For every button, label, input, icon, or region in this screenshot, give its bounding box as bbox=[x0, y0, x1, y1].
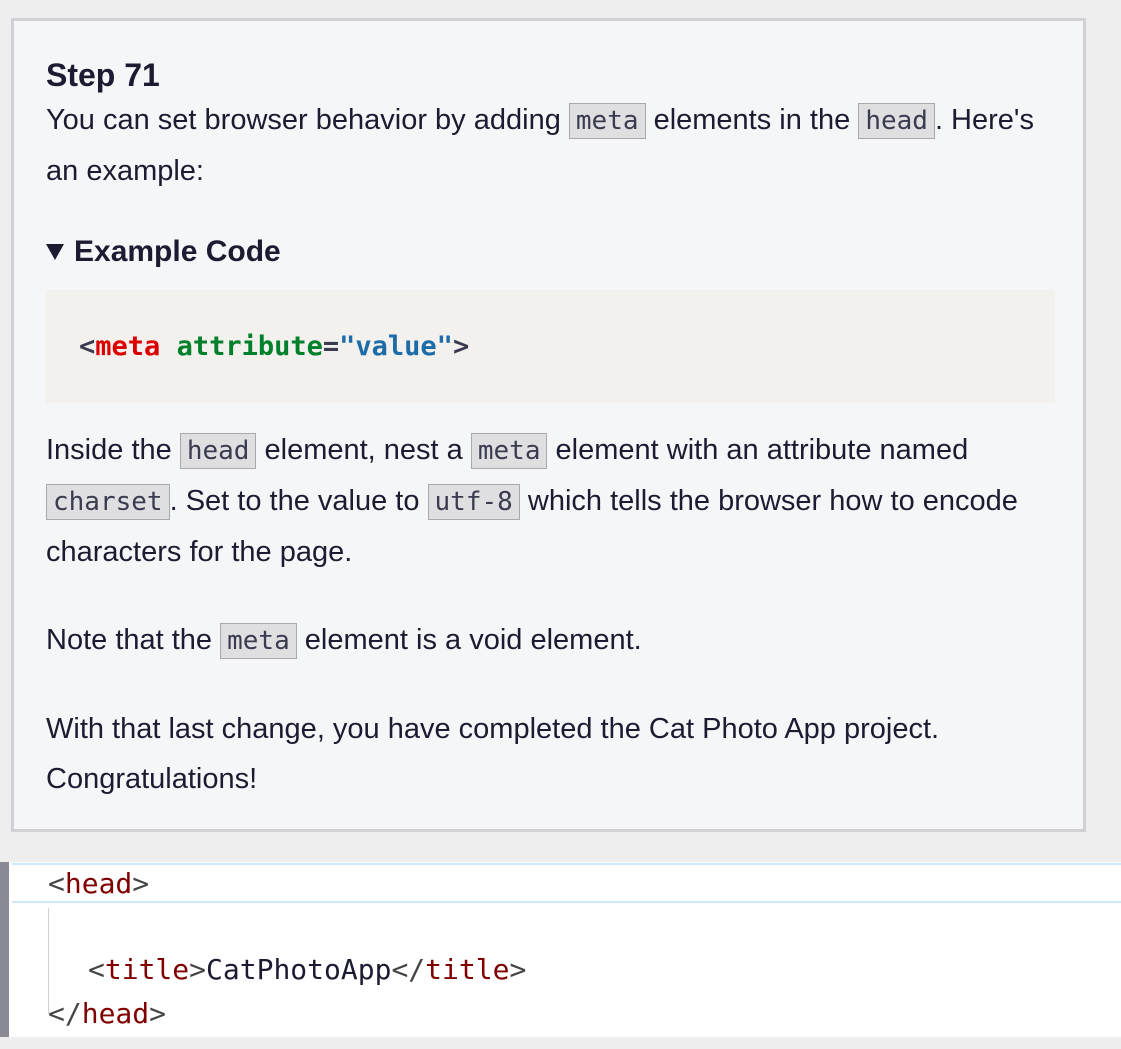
inline-code-meta: meta bbox=[568, 103, 646, 139]
instructions-panel: Step 71 You can set browser behavior by … bbox=[11, 18, 1086, 832]
instruction-text: . Set to the value to bbox=[169, 485, 428, 517]
instruction-text: element, nest a bbox=[256, 434, 471, 466]
code-token: > bbox=[189, 953, 207, 986]
inline-code-head: head bbox=[179, 433, 257, 469]
current-line-highlight bbox=[12, 863, 1121, 903]
intro-paragraph: You can set browser behavior by adding m… bbox=[46, 95, 1051, 196]
step-title: Step 71 bbox=[46, 57, 160, 93]
note-text: element is a void element. bbox=[296, 624, 642, 656]
code-token: </ bbox=[48, 997, 82, 1030]
code-token: > bbox=[452, 331, 470, 362]
code-token-tag: head bbox=[64, 867, 133, 900]
instruction-text: element with an attribute named bbox=[547, 434, 969, 466]
closing-paragraph: With that last change, you have complete… bbox=[46, 713, 940, 795]
intro-text: elements in the bbox=[645, 104, 859, 136]
code-token-tag: title bbox=[104, 953, 190, 986]
editor-line-1[interactable]: <head> bbox=[48, 864, 149, 904]
editor-line-4[interactable]: </head> bbox=[48, 994, 166, 1034]
editor-gutter-bar bbox=[0, 862, 9, 1037]
intro-text: You can set browser behavior by adding bbox=[46, 104, 569, 136]
code-token-tag: title bbox=[425, 953, 510, 986]
editor-line-3[interactable]: <title>CatPhotoApp</title> bbox=[88, 950, 526, 990]
code-token: < bbox=[48, 867, 65, 900]
code-token: > bbox=[132, 867, 150, 900]
instruction-paragraph: Inside the head element, nest a meta ele… bbox=[46, 425, 1051, 577]
code-token: > bbox=[509, 953, 527, 986]
example-code-toggle[interactable]: Example Code bbox=[46, 232, 1051, 272]
code-token-tag: meta bbox=[95, 331, 161, 362]
code-token: < bbox=[88, 953, 105, 986]
note-paragraph: Note that the meta element is a void ele… bbox=[46, 615, 1051, 666]
code-token-tag: head bbox=[81, 997, 150, 1030]
inline-code-meta: meta bbox=[470, 433, 548, 469]
code-token: > bbox=[149, 997, 167, 1030]
code-token: < bbox=[79, 331, 96, 362]
inline-code-charset: charset bbox=[46, 484, 170, 520]
example-code-label: Example Code bbox=[74, 235, 281, 268]
code-editor[interactable]: <head> <title>CatPhotoApp</title> </head… bbox=[0, 862, 1121, 1037]
triangle-down-icon bbox=[46, 244, 64, 260]
instruction-text: Inside the bbox=[46, 434, 180, 466]
code-token: </ bbox=[391, 953, 426, 986]
code-token-text: CatPhotoApp bbox=[206, 953, 392, 986]
note-text: Note that the bbox=[46, 624, 221, 656]
code-token-string: "value" bbox=[339, 331, 453, 362]
inline-code-head: head bbox=[858, 103, 935, 139]
code-token-attr: attribute bbox=[176, 331, 323, 362]
code-token: = bbox=[322, 331, 340, 362]
inline-code-utf8: utf-8 bbox=[427, 484, 520, 520]
example-code-block: < meta attribute = "value" > bbox=[46, 290, 1055, 403]
inline-code-meta: meta bbox=[220, 623, 297, 659]
